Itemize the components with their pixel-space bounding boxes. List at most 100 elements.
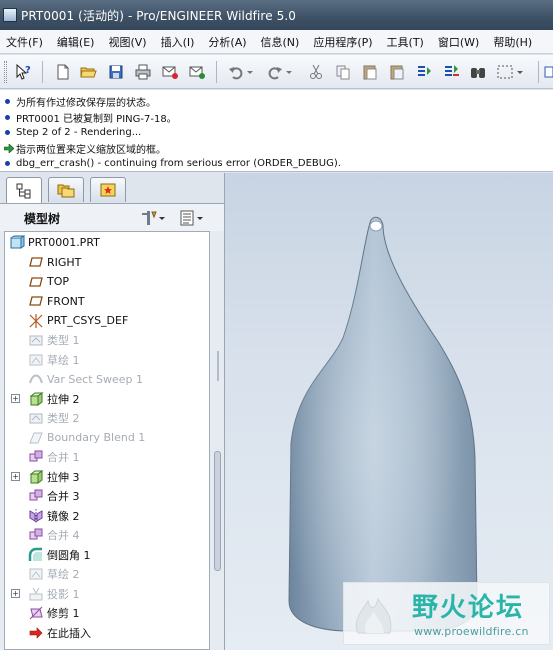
part-icon [9, 235, 25, 251]
menu-tools[interactable]: 工具(T) [387, 34, 424, 50]
csys-icon [28, 313, 44, 329]
feature-icon [28, 332, 44, 348]
menu-applications[interactable]: 应用程序(P) [313, 34, 372, 50]
tree-item[interactable]: 镜像 2 [5, 506, 209, 526]
message-text: PRT0001 已被复制到 PING-7-18。 [16, 113, 177, 125]
prompt-arrow-icon [4, 143, 14, 153]
tree-item[interactable]: 倒圆角 1 [5, 545, 209, 565]
model-tree-icon [16, 183, 31, 198]
bottle-model[interactable] [225, 173, 553, 650]
list-icon [180, 210, 194, 226]
expand-toggle[interactable]: + [11, 472, 20, 482]
redo-dropdown[interactable] [285, 63, 293, 81]
tree-item[interactable]: 草绘 2 [5, 565, 209, 585]
tree-item[interactable]: 类型 1 [5, 331, 209, 351]
tree-item[interactable]: TOP [5, 272, 209, 292]
navigator-tabs [0, 173, 224, 203]
tree-item[interactable]: 草绘 1 [5, 350, 209, 370]
merge-icon [28, 449, 44, 465]
tree-item[interactable]: 合并 4 [5, 526, 209, 546]
chevron-down-icon [517, 71, 523, 74]
sketch-icon [28, 566, 44, 582]
chevron-down-icon [197, 217, 203, 220]
send-mail-button[interactable] [161, 63, 179, 81]
context-help-button[interactable]: ? [14, 63, 32, 81]
toolbar-separator [538, 61, 539, 83]
menu-edit[interactable]: 编辑(E) [57, 34, 95, 50]
tree-item[interactable]: + 拉伸 3 [5, 467, 209, 487]
datum-plane-icon [28, 293, 44, 309]
toolbar-separator [216, 61, 217, 83]
tree-item[interactable]: Boundary Blend 1 [5, 428, 209, 448]
tree-item[interactable]: 合并 1 [5, 448, 209, 468]
bullet-icon [5, 161, 10, 167]
send-link-button[interactable] [188, 63, 206, 81]
print-button[interactable] [134, 63, 152, 81]
regenerate-manager-button[interactable] [442, 63, 460, 81]
merge-icon [28, 527, 44, 543]
menu-file[interactable]: 文件(F) [6, 34, 43, 50]
tab-folder-browser[interactable] [48, 177, 84, 202]
new-button[interactable] [54, 63, 72, 81]
blend-icon [28, 430, 44, 446]
tree-root[interactable]: PRT0001.PRT [5, 233, 209, 253]
find-button[interactable] [469, 63, 487, 81]
more-icon [544, 66, 553, 78]
tree-item-label: 草绘 1 [47, 353, 80, 367]
tree-item[interactable]: FRONT [5, 292, 209, 312]
regenerate-button[interactable] [415, 63, 433, 81]
tree-item[interactable]: 合并 3 [5, 487, 209, 507]
menu-analysis[interactable]: 分析(A) [208, 34, 246, 50]
tree-item-label: TOP [47, 275, 70, 289]
scissors-icon [310, 64, 322, 79]
menu-help[interactable]: 帮助(H) [493, 34, 532, 50]
tree-item[interactable]: 修剪 1 [5, 604, 209, 624]
message-line: 为所有作过修改保存层的状态。 [0, 94, 553, 110]
undo-icon [229, 67, 243, 80]
menu-view[interactable]: 视图(V) [108, 34, 146, 50]
tree-item-label: 合并 3 [47, 490, 80, 504]
tree-item[interactable]: 类型 2 [5, 409, 209, 429]
extrude-icon [28, 391, 44, 407]
toolbar-grip[interactable] [4, 61, 7, 83]
undo-dropdown[interactable] [246, 63, 254, 81]
sash-handle[interactable] [212, 231, 224, 650]
sash-grip[interactable] [214, 451, 221, 571]
feature-icon [28, 410, 44, 426]
tree-item-label: 类型 1 [47, 334, 80, 348]
toolbar-overflow[interactable] [543, 63, 553, 81]
undo-button[interactable] [227, 63, 245, 81]
tree-item[interactable]: RIGHT [5, 253, 209, 273]
expand-toggle[interactable]: + [11, 589, 20, 599]
model-tree-title: 模型树 [24, 212, 61, 226]
tree-settings-button[interactable] [140, 208, 166, 228]
paste-special-button[interactable] [388, 63, 406, 81]
copy-button[interactable] [334, 63, 352, 81]
selection-dropdown[interactable] [516, 63, 524, 81]
tree-item-label: 在此插入 [47, 626, 91, 640]
tree-item[interactable]: Var Sect Sweep 1 [5, 370, 209, 390]
tree-show-button[interactable] [178, 208, 204, 228]
tree-item[interactable]: + 拉伸 2 [5, 389, 209, 409]
tree-item[interactable]: + 投影 1 [5, 584, 209, 604]
cut-button[interactable] [307, 63, 325, 81]
menu-insert[interactable]: 插入(I) [161, 34, 195, 50]
sketch-icon [28, 352, 44, 368]
menu-info[interactable]: 信息(N) [261, 34, 300, 50]
message-line: dbg_err_crash() - continuing from seriou… [0, 156, 553, 172]
message-line: Step 2 of 2 - Rendering... [0, 125, 553, 141]
open-button[interactable] [79, 63, 97, 81]
tab-model-tree[interactable] [6, 177, 42, 203]
tab-favorites[interactable] [90, 177, 126, 202]
tree-item[interactable]: 在此插入 [5, 623, 209, 643]
redo-button[interactable] [266, 63, 284, 81]
graphics-window[interactable] [224, 173, 553, 650]
paste-button[interactable] [361, 63, 379, 81]
menu-window[interactable]: 窗口(W) [438, 34, 479, 50]
selection-box-button[interactable] [496, 63, 514, 81]
binoculars-icon [471, 68, 485, 78]
expand-toggle[interactable]: + [11, 394, 20, 404]
tree-item[interactable]: PRT_CSYS_DEF [5, 311, 209, 331]
bottle-highlight [289, 217, 477, 631]
save-button[interactable] [107, 63, 125, 81]
